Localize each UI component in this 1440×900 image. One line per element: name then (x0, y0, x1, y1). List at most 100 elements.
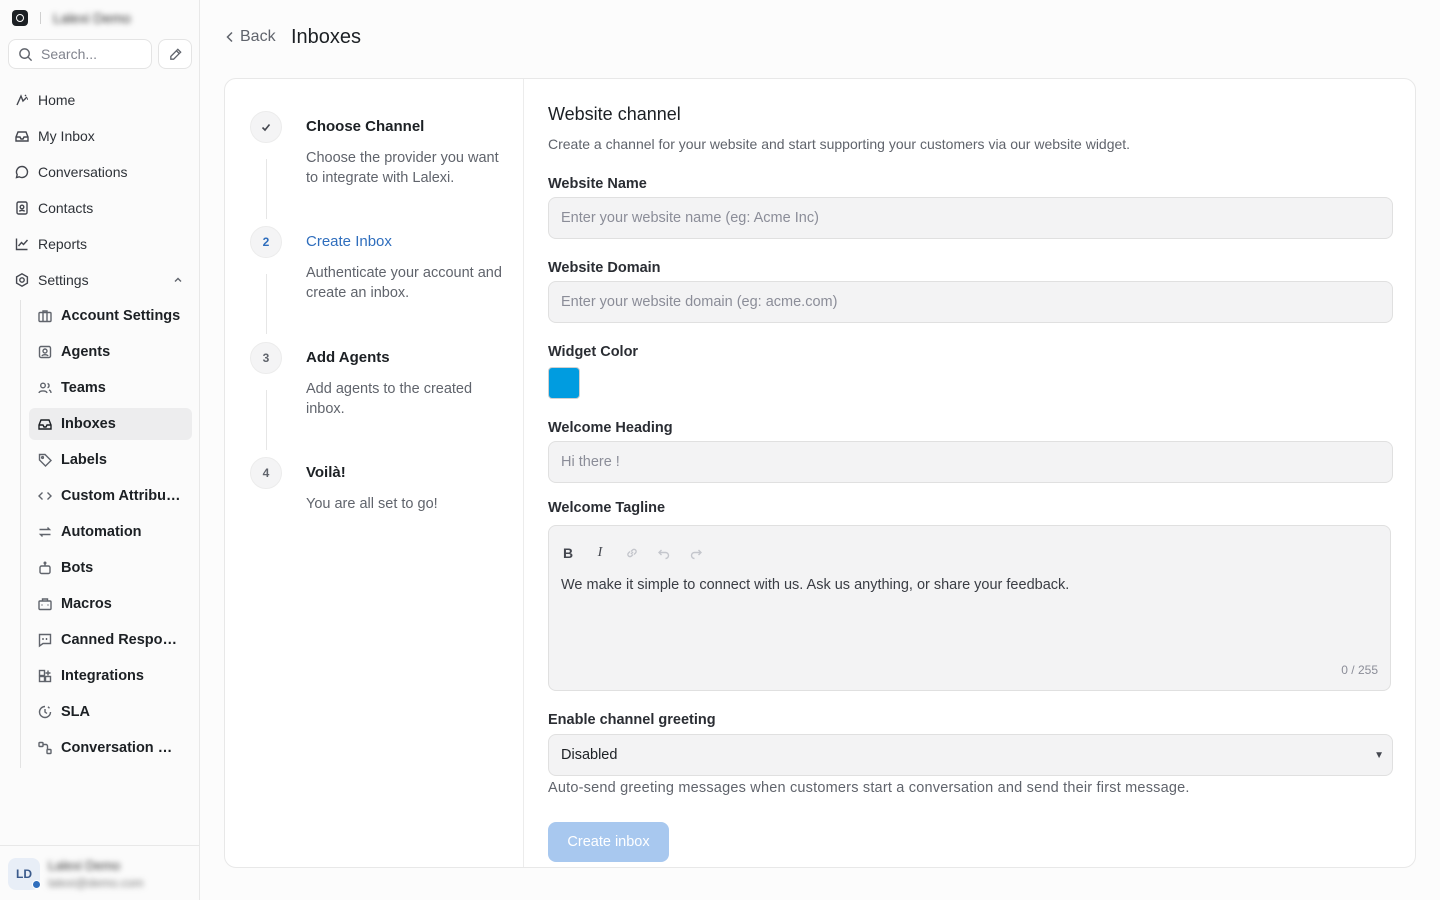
page-title: Inboxes (291, 26, 362, 48)
sidebar-item-label: Agents (61, 344, 111, 360)
link-icon[interactable] (623, 544, 641, 562)
avatar[interactable]: LD (8, 858, 41, 890)
chat-bubble-icon (15, 165, 29, 179)
sidebar-item-bots[interactable]: Bots (29, 552, 192, 584)
bold-icon[interactable]: B (559, 544, 577, 562)
compose-button[interactable] (158, 39, 192, 69)
website-domain-input[interactable]: Enter your website domain (eg: acme.com) (548, 281, 1393, 323)
tag-icon (38, 453, 52, 467)
sidebar-item-label: Automation (61, 524, 142, 540)
sidebar-item-conversation-workflows[interactable]: Conversation Workflows (29, 732, 192, 764)
form-subtitle: Create a channel for your website and st… (548, 136, 1131, 152)
create-inbox-button[interactable]: Create inbox (548, 822, 669, 862)
step-number: 4 (250, 457, 282, 489)
contact-book-icon (16, 201, 28, 215)
user-email: lalexi@demo.com (48, 876, 144, 890)
greeting-select[interactable]: Disabled ▼ (548, 734, 1393, 776)
step-description: Add agents to the created inbox. (306, 381, 473, 417)
italic-icon[interactable]: I (591, 544, 609, 562)
step-title: Voilà! (306, 464, 346, 481)
code-icon (38, 492, 52, 500)
nav-item-label: Contacts (38, 200, 94, 216)
inbox-icon (15, 131, 29, 142)
welcome-tagline-text[interactable]: We make it simple to connect with us. As… (561, 577, 1069, 593)
sidebar-item-agents[interactable]: Agents (29, 336, 192, 368)
sidebar-item-canned-responses[interactable]: Canned Responses (29, 624, 192, 656)
sidebar-item-custom-attributes[interactable]: Custom Attributes (29, 480, 192, 512)
clock-icon (38, 705, 52, 719)
undo-icon[interactable] (655, 544, 673, 562)
sidebar-item-label: Custom Attributes (61, 488, 183, 504)
settings-subnav: Account Settings Agents Teams Inboxes La… (20, 300, 192, 768)
pencil-icon (169, 47, 182, 60)
chevron-left-icon (226, 31, 233, 43)
redo-icon[interactable] (687, 544, 705, 562)
widget-color-swatch[interactable] (548, 367, 580, 399)
sidebar-item-integrations[interactable]: Integrations (29, 660, 192, 692)
sidebar-item-account-settings[interactable]: Account Settings (29, 300, 192, 332)
back-button[interactable]: Back (224, 28, 276, 46)
widget-color-label: Widget Color (548, 344, 639, 360)
caret-down-icon: ▼ (1374, 750, 1384, 761)
line-chart-icon (15, 238, 29, 251)
chevron-up-icon[interactable] (172, 274, 184, 286)
wizard-steps: Choose Channel Choose the provider you w… (225, 79, 524, 867)
website-name-input[interactable]: Enter your website name (eg: Acme Inc) (548, 197, 1393, 239)
user-name: Lalexi Demo (48, 858, 121, 873)
sidebar-item-label: Labels (61, 452, 107, 468)
search-placeholder: Search... (41, 46, 98, 62)
nav-item-settings[interactable]: Settings (8, 264, 192, 296)
grid-plus-icon (38, 669, 52, 683)
nav-item-reports[interactable]: Reports (8, 228, 192, 260)
greeting-label: Enable channel greeting (548, 712, 716, 728)
toolbox-icon (38, 598, 52, 611)
sidebar-item-label: Macros (61, 596, 112, 612)
character-counter: 0 / 255 (1341, 663, 1378, 677)
main-nav: Home My Inbox Conversations Contacts Rep… (8, 84, 192, 300)
sidebar-item-label: Bots (61, 560, 94, 576)
nav-item-my-inbox[interactable]: My Inbox (8, 120, 192, 152)
step-description: You are all set to go! (306, 496, 438, 512)
step-connector (266, 159, 267, 219)
search-icon (19, 47, 33, 61)
welcome-tagline-editor[interactable]: B I We make it simple to connect with us… (548, 525, 1391, 691)
search-input[interactable]: Search... (8, 39, 152, 69)
welcome-heading-input[interactable]: Hi there ! (548, 441, 1393, 483)
sidebar-item-macros[interactable]: Macros (29, 588, 192, 620)
form-title: Website channel (548, 104, 681, 124)
user-profile[interactable]: LD Lalexi Demo lalexi@demo.com (0, 845, 199, 900)
step-number: 2 (250, 226, 282, 258)
step-description: Choose the provider you want to integrat… (306, 150, 499, 186)
online-status-dot (32, 880, 41, 889)
step-number: 3 (250, 342, 282, 374)
sidebar-item-label: Canned Responses (61, 632, 183, 648)
nav-item-home[interactable]: Home (8, 84, 192, 116)
nav-item-conversations[interactable]: Conversations (8, 156, 192, 188)
editor-toolbar: B I (559, 544, 705, 562)
nav-item-label: My Inbox (38, 128, 95, 144)
undo-glyph (658, 549, 670, 560)
account-switcher[interactable]: Lalexi Demo (12, 8, 131, 28)
nav-item-label: Reports (38, 236, 88, 252)
welcome-tagline-label: Welcome Tagline (548, 500, 666, 516)
gear-icon (15, 272, 29, 288)
welcome-heading-label: Welcome Heading (548, 420, 673, 436)
nav-item-label: Conversations (38, 164, 128, 180)
sidebar-item-teams[interactable]: Teams (29, 372, 192, 404)
workflow-icon (38, 741, 52, 755)
home-icon (16, 94, 28, 106)
nav-item-contacts[interactable]: Contacts (8, 192, 192, 224)
nav-item-label: Settings (38, 272, 89, 288)
sidebar-item-label: Integrations (61, 668, 144, 684)
quote-icon (38, 633, 52, 648)
app-logo-icon (12, 10, 28, 26)
step-title: Choose Channel (306, 118, 425, 135)
greeting-selected-value: Disabled (561, 747, 618, 763)
sidebar-item-sla[interactable]: SLA (29, 696, 192, 728)
step-title: Add Agents (306, 349, 390, 366)
step-description: Authenticate your account and create an … (306, 265, 502, 301)
sidebar-item-inboxes[interactable]: Inboxes (29, 408, 192, 440)
sidebar-item-automation[interactable]: Automation (29, 516, 192, 548)
nav-item-label: Home (38, 92, 76, 108)
sidebar-item-labels[interactable]: Labels (29, 444, 192, 476)
